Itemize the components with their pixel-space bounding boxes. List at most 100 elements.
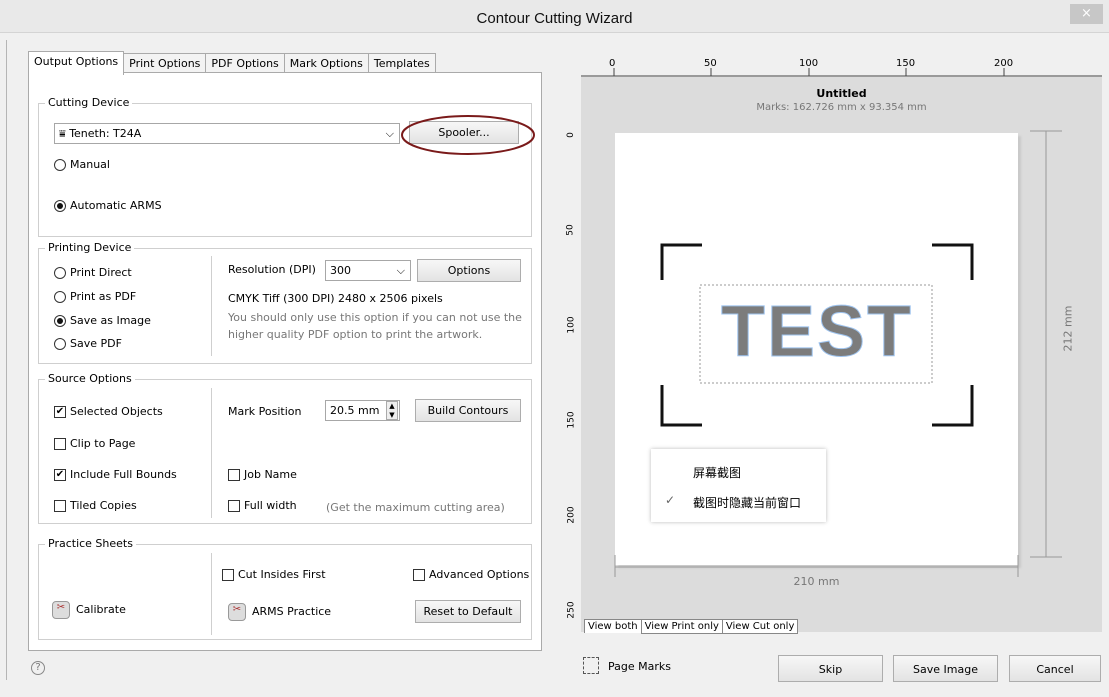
clip-to-page-checkbox[interactable]: Clip to Page	[54, 437, 135, 450]
arms-practice-button[interactable]: ✂ ARMS Practice	[228, 603, 331, 621]
menu-item-hide-window[interactable]: 截图时隐藏当前窗口	[693, 494, 801, 511]
practice-sheets-group: Practice Sheets	[38, 537, 532, 640]
calibrate-button[interactable]: ✂ Calibrate	[52, 601, 126, 619]
context-menu: 屏幕截图 ✓ 截图时隐藏当前窗口	[651, 449, 826, 522]
job-name-label: Job Name	[244, 468, 297, 481]
chevron-down-icon: ⌵	[385, 127, 394, 140]
highlight-ellipse	[401, 115, 535, 155]
checkbox-indicator	[228, 469, 240, 481]
cutting-device-select[interactable]: ⩸ Teneth: T24A ⌵	[54, 123, 400, 144]
window-title: Contour Cutting Wizard	[476, 10, 633, 27]
cutting-device-title: Cutting Device	[45, 96, 133, 109]
divider	[211, 256, 212, 356]
print-direct-radio[interactable]: Print Direct	[54, 266, 132, 279]
tab-strip: Output Options Print Options PDF Options Ma…	[28, 50, 436, 75]
radio-indicator	[54, 315, 66, 327]
window-border	[6, 40, 7, 680]
advanced-options-label: Advanced Options	[429, 568, 530, 581]
checkbox-indicator	[54, 500, 66, 512]
tab-mark-options[interactable]: Mark Options	[283, 53, 369, 74]
view-tabs: View both View Print only View Cut only	[584, 619, 799, 637]
automatic-arms-radio[interactable]: Automatic ARMS	[54, 199, 162, 212]
save-image-button[interactable]: Save Image	[893, 655, 998, 682]
radio-indicator	[54, 267, 66, 279]
output-options-panel: Cutting Device ⩸ Teneth: T24A ⌵ Spooler.…	[28, 72, 542, 651]
chevron-down-icon: ⌵	[396, 264, 405, 277]
tab-view-print-only[interactable]: View Print only	[640, 619, 723, 634]
skip-button[interactable]: Skip	[778, 655, 883, 682]
divider	[211, 553, 212, 635]
ruler-label: 0	[609, 58, 616, 69]
cut-insides-first-label: Cut Insides First	[238, 568, 326, 581]
tab-view-cut-only[interactable]: View Cut only	[721, 619, 799, 634]
ruler-label: 150	[566, 411, 577, 429]
tab-print-options[interactable]: Print Options	[123, 53, 207, 74]
ruler-label: 50	[565, 224, 576, 236]
selected-objects-label: Selected Objects	[70, 405, 163, 418]
automatic-arms-label: Automatic ARMS	[70, 199, 162, 212]
full-width-checkbox[interactable]: Full width	[228, 499, 297, 512]
print-as-pdf-label: Print as PDF	[70, 290, 137, 303]
checkbox-indicator	[413, 569, 425, 581]
tab-templates[interactable]: Templates	[367, 53, 436, 74]
tab-output-options[interactable]: Output Options	[28, 51, 125, 75]
mark-position-value: 20.5 mm	[330, 404, 380, 417]
save-pdf-label: Save PDF	[70, 337, 122, 350]
arms-practice-icon: ✂	[228, 603, 246, 621]
ruler-vertical: 0 50 100 150 200 250	[565, 77, 581, 632]
check-icon: ✔	[54, 406, 66, 418]
checkbox-indicator	[222, 569, 234, 581]
radio-indicator	[54, 200, 66, 212]
checkbox-indicator	[228, 500, 240, 512]
radio-indicator	[54, 291, 66, 303]
save-as-image-radio[interactable]: Save as Image	[54, 314, 151, 327]
ruler-label: 50	[704, 58, 717, 69]
check-icon: ✔	[54, 469, 66, 481]
page-marks-label[interactable]: Page Marks	[608, 660, 671, 673]
close-button[interactable]: ×	[1070, 4, 1103, 24]
practice-sheets-title: Practice Sheets	[45, 537, 136, 550]
width-dimension: 210 mm	[793, 575, 840, 588]
tab-view-both[interactable]: View both	[584, 619, 642, 633]
resolution-select[interactable]: 300 ⌵	[325, 260, 411, 281]
reset-to-default-button[interactable]: Reset to Default	[415, 600, 521, 623]
job-name-checkbox[interactable]: Job Name	[228, 468, 297, 481]
clip-to-page-label: Clip to Page	[70, 437, 136, 450]
tab-pdf-options[interactable]: PDF Options	[205, 53, 285, 74]
help-icon[interactable]: ?	[31, 661, 45, 675]
full-width-label: Full width	[244, 499, 297, 512]
manual-radio[interactable]: Manual	[54, 158, 110, 171]
cancel-button[interactable]: Cancel	[1009, 655, 1101, 682]
ruler-label: 0	[565, 132, 576, 138]
cut-insides-first-checkbox[interactable]: Cut Insides First	[222, 568, 326, 581]
ruler-label: 100	[566, 316, 577, 334]
selected-objects-checkbox[interactable]: ✔ Selected Objects	[54, 405, 163, 418]
divider	[211, 388, 212, 518]
build-contours-button[interactable]: Build Contours	[415, 399, 521, 422]
resolution-label: Resolution (DPI)	[228, 263, 316, 276]
tiled-copies-label: Tiled Copies	[70, 499, 137, 512]
resolution-value: 300	[330, 264, 351, 277]
options-button[interactable]: Options	[417, 259, 521, 282]
include-full-bounds-label: Include Full Bounds	[70, 468, 177, 481]
printing-device-title: Printing Device	[45, 241, 135, 254]
advanced-options-checkbox[interactable]: Advanced Options	[413, 568, 529, 581]
ruler-label: 200	[566, 506, 577, 524]
spinner-arrows-icon[interactable]: ▲ ▼	[386, 401, 398, 420]
full-width-note: (Get the maximum cutting area)	[326, 501, 505, 514]
print-as-pdf-radio[interactable]: Print as PDF	[54, 290, 136, 303]
marks-info: Marks: 162.726 mm x 93.354 mm	[756, 102, 927, 113]
page-marks-icon[interactable]	[583, 657, 599, 674]
save-pdf-radio[interactable]: Save PDF	[54, 337, 122, 350]
calibrate-icon: ✂	[52, 601, 70, 619]
image-note-line1: You should only use this option if you c…	[228, 311, 522, 324]
tiled-copies-checkbox[interactable]: Tiled Copies	[54, 499, 137, 512]
include-full-bounds-checkbox[interactable]: ✔ Include Full Bounds	[54, 468, 177, 481]
source-options-title: Source Options	[45, 372, 135, 385]
menu-item-screenshot[interactable]: 屏幕截图	[693, 464, 741, 481]
document-title: Untitled	[816, 87, 867, 100]
checkbox-indicator	[54, 438, 66, 450]
radio-indicator	[54, 159, 66, 171]
radio-indicator	[54, 338, 66, 350]
cutter-icon: ⩸	[59, 127, 70, 140]
